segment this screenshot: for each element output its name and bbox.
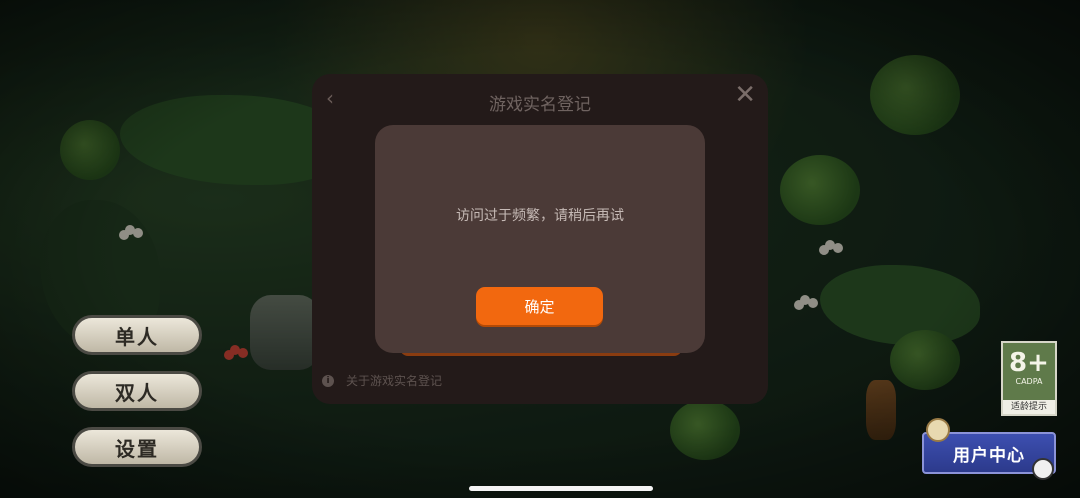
two-player-button[interactable]: 双人	[72, 371, 202, 411]
about-label: 关于游戏实名登记	[346, 374, 443, 388]
character-icon	[1032, 458, 1054, 480]
age-rating-org: CADPA	[1015, 377, 1043, 386]
settings-button[interactable]: 设置	[72, 427, 202, 467]
about-link[interactable]: i 关于游戏实名登记	[322, 372, 442, 389]
mascot-icon	[926, 418, 950, 442]
home-indicator[interactable]	[469, 486, 653, 491]
dialog-title: 游戏实名登记	[489, 95, 591, 115]
age-rating-badge: 8+ CADPA 适龄提示	[1001, 341, 1057, 416]
age-rating-tip: 适龄提示	[1003, 400, 1055, 414]
info-icon: i	[322, 374, 334, 387]
confirm-button[interactable]: 确定	[476, 287, 603, 325]
alert-dialog: 访问过于频繁，请稍后再试 确定	[375, 125, 705, 353]
close-icon[interactable]: ✕	[734, 82, 756, 108]
alert-message: 访问过于频繁，请稍后再试	[456, 208, 624, 224]
age-rating-number: 8+	[1009, 348, 1049, 378]
single-player-button[interactable]: 单人	[72, 315, 202, 355]
